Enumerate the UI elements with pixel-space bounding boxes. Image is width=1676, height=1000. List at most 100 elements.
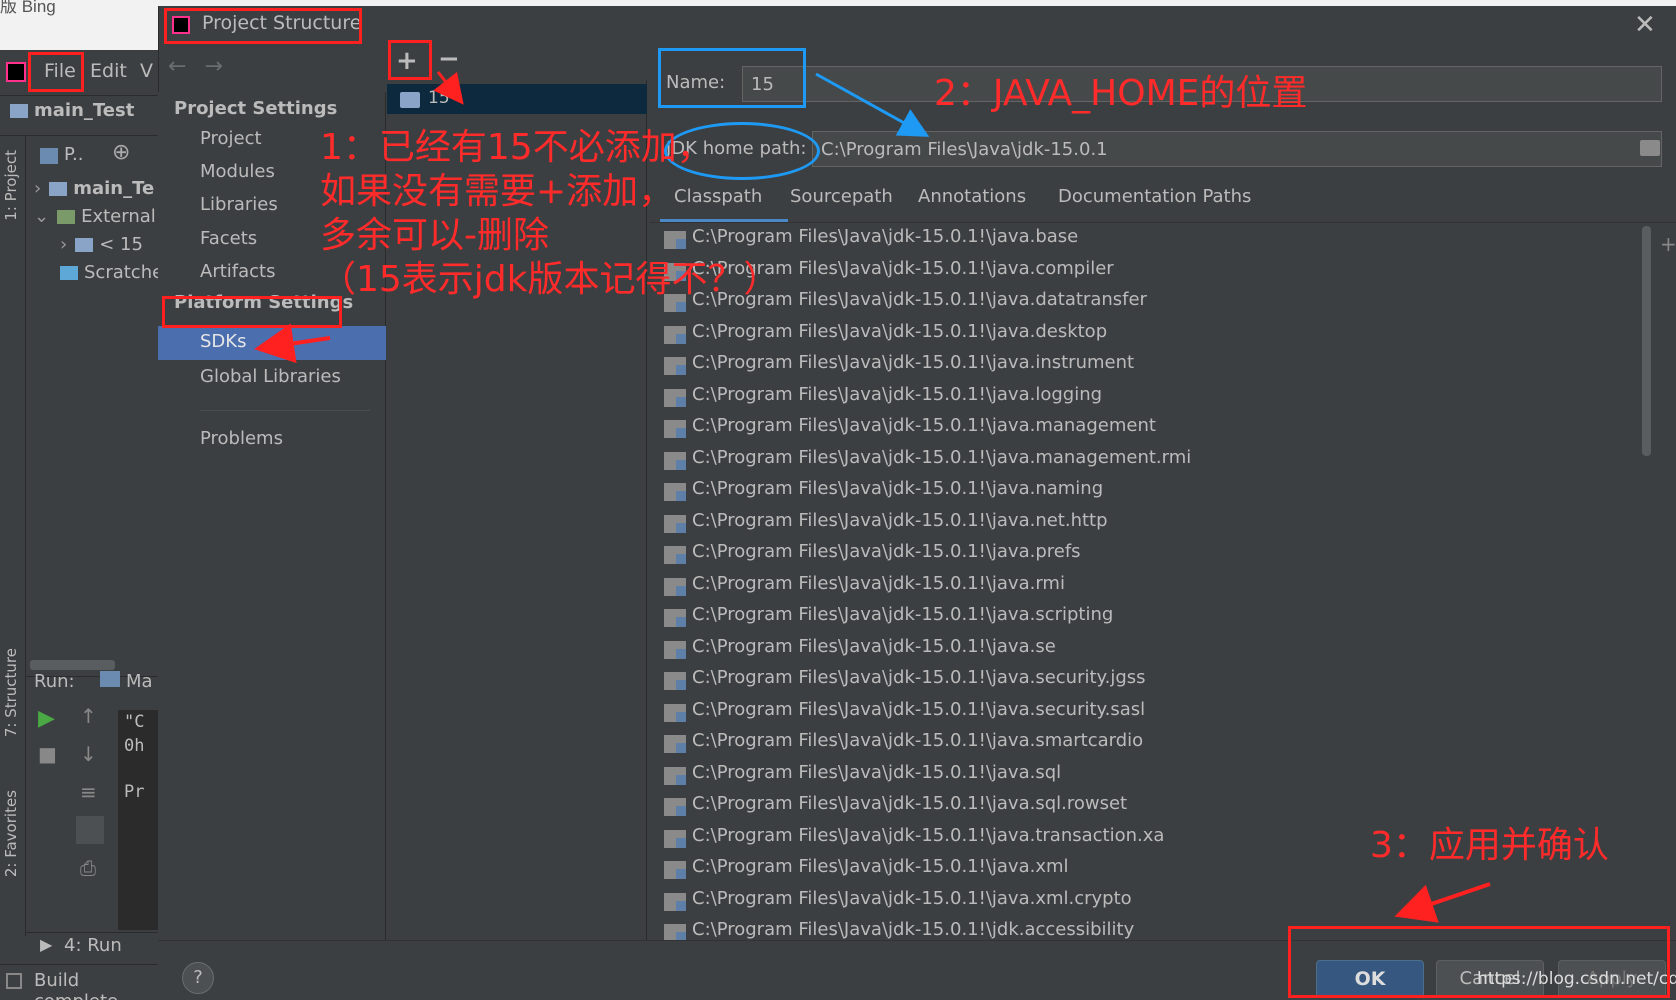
classpath-path: C:\Program Files\Java\jdk-15.0.1!\java.s…: [692, 667, 1146, 688]
nav-item-global-libraries[interactable]: Global Libraries: [200, 366, 341, 387]
classpath-row[interactable]: C:\Program Files\Java\jdk-15.0.1!\java.s…: [664, 697, 1650, 728]
stop-icon[interactable]: ■: [38, 742, 57, 766]
scroll-to-end-icon[interactable]: [76, 816, 104, 844]
rerun-icon[interactable]: ▶: [38, 706, 55, 731]
sdk-list-item-label: 15: [428, 88, 450, 108]
tab-documentation-paths[interactable]: Documentation Paths: [1058, 186, 1251, 207]
menu-view[interactable]: V: [140, 60, 153, 82]
close-icon[interactable]: ✕: [1634, 10, 1656, 40]
jdk-icon: [75, 238, 94, 252]
library-icon: [57, 210, 76, 224]
jar-folder-icon: [664, 640, 686, 659]
classpath-row[interactable]: C:\Program Files\Java\jdk-15.0.1!\java.r…: [664, 571, 1650, 602]
classpath-row[interactable]: C:\Program Files\Java\jdk-15.0.1!\java.b…: [664, 224, 1650, 255]
run-label: Run:: [34, 671, 75, 692]
annotation-box-name: [658, 48, 806, 108]
jar-folder-icon: [664, 577, 686, 596]
jdk-home-path-field[interactable]: [812, 131, 1662, 167]
classpath-row[interactable]: C:\Program Files\Java\jdk-15.0.1!\java.i…: [664, 350, 1650, 381]
nav-item-problems[interactable]: Problems: [200, 428, 283, 449]
classpath-path: C:\Program Files\Java\jdk-15.0.1!\java.t…: [692, 824, 1165, 846]
classpath-row[interactable]: C:\Program Files\Java\jdk-15.0.1!\java.m…: [664, 413, 1650, 444]
classpath-row[interactable]: C:\Program Files\Java\jdk-15.0.1!\java.s…: [664, 665, 1650, 696]
jar-folder-icon: [664, 892, 686, 911]
annotation-box-platform: [162, 296, 342, 328]
nav-arrows: ←→: [168, 54, 241, 79]
vertical-scrollbar[interactable]: [1642, 226, 1651, 456]
back-arrow-icon[interactable]: ←: [168, 54, 204, 79]
remove-sdk-button[interactable]: −: [438, 44, 460, 74]
jar-folder-icon: [664, 703, 686, 722]
classpath-path: C:\Program Files\Java\jdk-15.0.1!\java.s…: [692, 698, 1146, 720]
run-console: "C 0h Pr: [118, 710, 160, 930]
jar-folder-icon: [664, 325, 686, 344]
project-view-selector[interactable]: P..: [64, 144, 84, 165]
add-path-icon[interactable]: +: [1660, 232, 1676, 256]
classpath-row[interactable]: C:\Program Files\Java\jdk-15.0.1!\java.x…: [664, 886, 1650, 917]
sdk-list-item[interactable]: [387, 84, 647, 114]
nav-item-project[interactable]: Project: [200, 128, 262, 149]
run-tool-tab[interactable]: 4: Run: [64, 935, 122, 956]
project-view-icon: [40, 148, 58, 164]
browse-folder-icon[interactable]: [1640, 140, 1660, 156]
nav-item-facets[interactable]: Facets: [200, 228, 257, 249]
help-button[interactable]: ?: [182, 962, 214, 994]
favorites-tool-tab[interactable]: 2: Favorites: [2, 790, 20, 877]
classpath-row[interactable]: C:\Program Files\Java\jdk-15.0.1!\java.n…: [664, 476, 1650, 507]
classpath-path: C:\Program Files\Java\jdk-15.0.1!\java.l…: [692, 383, 1103, 405]
browser-tab-text: 版 Bing: [0, 0, 56, 16]
classpath-path: C:\Program Files\Java\jdk-15.0.1!\java.s…: [692, 604, 1114, 625]
tab-annotations[interactable]: Annotations: [918, 186, 1026, 207]
classpath-row[interactable]: C:\Program Files\Java\jdk-15.0.1!\java.n…: [664, 508, 1650, 539]
nav-item-sdks[interactable]: SDKs: [200, 331, 246, 352]
classpath-path: C:\Program Files\Java\jdk-15.0.1!\java.n…: [692, 478, 1104, 499]
project-name[interactable]: main_Test: [34, 100, 134, 121]
annotation-box-title: [164, 8, 362, 44]
classpath-row[interactable]: C:\Program Files\Java\jdk-15.0.1!\java.s…: [664, 634, 1650, 665]
tree-item[interactable]: Scratche: [60, 262, 163, 283]
nav-item-libraries[interactable]: Libraries: [200, 194, 278, 215]
tree-item[interactable]: › main_Te: [34, 178, 154, 199]
classpath-row[interactable]: C:\Program Files\Java\jdk-15.0.1!\java.s…: [664, 602, 1650, 633]
status-icon: [6, 973, 22, 989]
classpath-path: C:\Program Files\Java\jdk-15.0.1!\java.s…: [692, 635, 1056, 657]
locate-icon[interactable]: ⊕: [112, 140, 130, 165]
browser-tab-strip: 版 Bing: [0, 0, 160, 50]
nav-item-modules[interactable]: Modules: [200, 161, 275, 182]
run-config-tab[interactable]: Ma: [126, 671, 153, 692]
classpath-row[interactable]: C:\Program Files\Java\jdk-15.0.1!\java.s…: [664, 760, 1650, 791]
classpath-row[interactable]: C:\Program Files\Java\jdk-15.0.1!\java.d…: [664, 319, 1650, 350]
classpath-row[interactable]: C:\Program Files\Java\jdk-15.0.1!\java.p…: [664, 539, 1650, 570]
run-tab-icon: ▶: [40, 935, 53, 954]
classpath-path: C:\Program Files\Java\jdk-15.0.1!\java.s…: [692, 761, 1062, 783]
forward-arrow-icon[interactable]: →: [204, 54, 240, 79]
jdk-folder-icon: [400, 92, 420, 108]
tree-item[interactable]: › < 15: [60, 234, 143, 255]
classpath-row[interactable]: C:\Program Files\Java\jdk-15.0.1!\java.d…: [664, 287, 1650, 318]
jar-folder-icon: [664, 420, 686, 438]
jar-folder-icon: [664, 861, 686, 879]
wrap-icon[interactable]: ≡: [80, 780, 97, 804]
classpath-row[interactable]: C:\Program Files\Java\jdk-15.0.1!\java.l…: [664, 382, 1650, 413]
console-line: 0h: [124, 736, 145, 756]
classpath-row[interactable]: C:\Program Files\Java\jdk-15.0.1!\java.c…: [664, 256, 1650, 287]
classpath-row[interactable]: C:\Program Files\Java\jdk-15.0.1!\java.m…: [664, 445, 1650, 476]
tab-sourcepath[interactable]: Sourcepath: [790, 186, 893, 207]
project-tool-tab[interactable]: 1: Project: [2, 150, 20, 221]
print-icon[interactable]: ⎙: [80, 856, 96, 880]
tree-item[interactable]: ⌄ External: [34, 206, 156, 227]
nav-item-artifacts[interactable]: Artifacts: [200, 261, 275, 282]
classpath-row[interactable]: C:\Program Files\Java\jdk-15.0.1!\java.s…: [664, 791, 1650, 822]
classpath-path: C:\Program Files\Java\jdk-15.0.1!\java.x…: [692, 856, 1069, 877]
menu-edit[interactable]: Edit: [90, 60, 127, 82]
jar-folder-icon: [664, 483, 686, 501]
jar-folder-icon: [664, 451, 686, 470]
structure-tool-tab[interactable]: 7: Structure: [2, 648, 20, 737]
classpath-path: C:\Program Files\Java\jdk-15.0.1!\java.m…: [692, 415, 1156, 436]
horizontal-scrollbar[interactable]: [30, 660, 115, 670]
annotation-box-file: [28, 52, 84, 92]
classpath-path: C:\Program Files\Java\jdk-15.0.1!\java.x…: [692, 887, 1132, 909]
classpath-row[interactable]: C:\Program Files\Java\jdk-15.0.1!\java.s…: [664, 728, 1650, 759]
down-icon[interactable]: ↓: [80, 742, 97, 766]
up-icon[interactable]: ↑: [80, 704, 97, 728]
